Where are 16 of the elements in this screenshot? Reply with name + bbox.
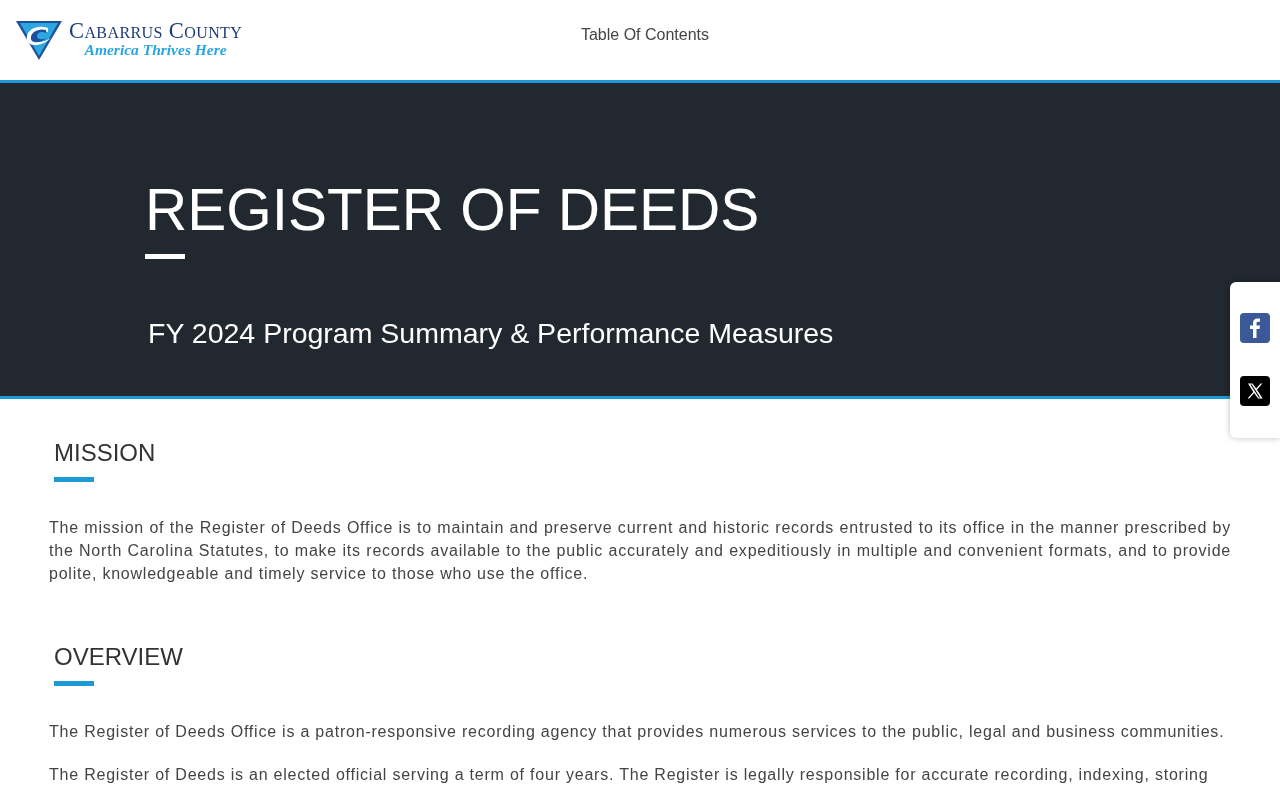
page-title: REGISTER OF DEEDS xyxy=(145,180,760,240)
facebook-icon[interactable] xyxy=(1240,313,1270,343)
page-subtitle: FY 2024 Program Summary & Performance Measures xyxy=(148,317,834,349)
body-paragraph: The Register of Deeds is an elected official serving a term of four years. The Register is legally responsible for accurate recording, indexing, storing xyxy=(49,765,1210,785)
x-logo-icon[interactable] xyxy=(1240,376,1270,406)
body-paragraph: The Register of Deeds Office is a patron-responsive recording agency that provides numerous services to the public, legal and business communities. xyxy=(49,722,1226,742)
heading-underline xyxy=(54,681,94,686)
logo-wordmark: Cabarrus County xyxy=(69,20,243,41)
section-heading: MISSION xyxy=(54,439,156,467)
title-underline xyxy=(145,254,185,259)
nav-link[interactable]: Table Of Contents xyxy=(580,23,710,47)
heading-underline xyxy=(54,477,94,482)
body-paragraph: The mission of the Register of Deeds Office is to maintain and preserve current and historic records entrusted to its office in the manner prescribed by the North Carolina Statutes, to make its records available to the public accurately and expeditiously in multiple and convenient formats, and to provide polite, knowledgeable and timely service to those who use the office. xyxy=(49,518,1231,584)
logo-tagline: America Thrives Here xyxy=(84,40,227,58)
logo-triangle-icon xyxy=(15,19,63,61)
section-heading: OVERVIEW xyxy=(54,643,183,671)
